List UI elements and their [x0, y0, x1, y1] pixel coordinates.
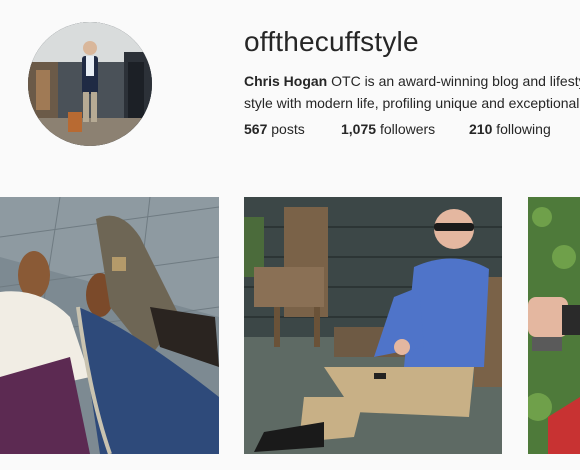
stat-followers[interactable]: 1,075 followers	[341, 121, 435, 137]
stat-posts-count: 567	[244, 121, 268, 137]
post-thumbnail[interactable]	[244, 197, 502, 454]
stat-following-label: following	[496, 121, 551, 137]
stat-following-count: 210	[469, 121, 493, 137]
photo-partial-man-watch-icon	[528, 197, 580, 454]
stat-followers-count: 1,075	[341, 121, 377, 137]
avatar-photo-icon	[28, 22, 152, 146]
stat-posts-label: posts	[271, 121, 305, 137]
profile-bio: Chris Hogan OTC is an award-winning blog…	[244, 70, 580, 114]
post-thumbnail[interactable]	[0, 197, 219, 454]
bio-line-1: Chris Hogan OTC is an award-winning blog…	[244, 70, 580, 92]
profile-username: offthecuffstyle	[244, 26, 419, 57]
bio-line-2: style with modern life, profiling unique…	[244, 95, 580, 111]
bio-line-1-text: OTC is an award-winning blog and lifesty…	[327, 73, 580, 89]
profile-header: offthecuffstyle Chris Hogan OTC is an aw…	[0, 0, 580, 190]
stat-following[interactable]: 210 following	[469, 121, 551, 137]
post-thumbnail[interactable]	[528, 197, 580, 454]
photo-shoes-feet-icon	[0, 197, 219, 454]
stat-posts[interactable]: 567 posts	[244, 121, 305, 137]
stat-followers-label: followers	[379, 121, 436, 137]
photo-man-on-bench-icon	[244, 197, 502, 454]
bio-name: Chris Hogan	[244, 73, 328, 89]
profile-avatar[interactable]	[28, 22, 152, 146]
